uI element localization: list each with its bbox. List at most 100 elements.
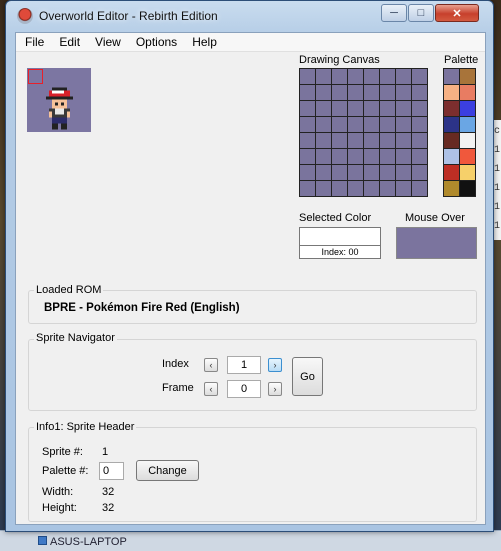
title-bar[interactable]: Overworld Editor - Rebirth Edition ─ □ ✕ xyxy=(6,1,493,29)
canvas-pixel[interactable] xyxy=(316,69,331,84)
canvas-pixel[interactable] xyxy=(332,69,347,84)
palette-swatch[interactable] xyxy=(444,149,459,164)
canvas-pixel[interactable] xyxy=(316,85,331,100)
canvas-pixel[interactable] xyxy=(364,149,379,164)
canvas-pixel[interactable] xyxy=(348,117,363,132)
palette-grid[interactable] xyxy=(443,68,476,197)
canvas-pixel[interactable] xyxy=(300,133,315,148)
menu-file[interactable]: File xyxy=(16,33,52,52)
frame-prev-button[interactable]: ‹ xyxy=(204,382,218,396)
canvas-pixel[interactable] xyxy=(380,101,395,116)
canvas-pixel[interactable] xyxy=(412,181,427,196)
minimize-button[interactable]: ─ xyxy=(381,4,407,22)
canvas-pixel[interactable] xyxy=(396,133,411,148)
canvas-pixel[interactable] xyxy=(412,133,427,148)
change-button[interactable]: Change xyxy=(136,460,199,481)
canvas-pixel[interactable] xyxy=(396,101,411,116)
canvas-pixel[interactable] xyxy=(412,85,427,100)
canvas-pixel[interactable] xyxy=(364,101,379,116)
canvas-pixel[interactable] xyxy=(380,165,395,180)
canvas-pixel[interactable] xyxy=(380,181,395,196)
canvas-pixel[interactable] xyxy=(332,85,347,100)
palette-swatch[interactable] xyxy=(444,101,459,116)
canvas-pixel[interactable] xyxy=(300,85,315,100)
go-button[interactable]: Go xyxy=(292,357,323,396)
palette-swatch[interactable] xyxy=(460,101,475,116)
canvas-pixel[interactable] xyxy=(300,181,315,196)
palette-swatch[interactable] xyxy=(460,181,475,196)
palette-swatch[interactable] xyxy=(460,133,475,148)
canvas-pixel[interactable] xyxy=(300,69,315,84)
palette-swatch[interactable] xyxy=(444,69,459,84)
palette-swatch[interactable] xyxy=(444,85,459,100)
palette-number-field[interactable]: 0 xyxy=(99,462,124,480)
drawing-canvas[interactable] xyxy=(299,68,428,197)
index-next-button[interactable]: › xyxy=(268,358,282,372)
canvas-pixel[interactable] xyxy=(332,117,347,132)
canvas-pixel[interactable] xyxy=(348,149,363,164)
canvas-pixel[interactable] xyxy=(348,181,363,196)
canvas-pixel[interactable] xyxy=(348,69,363,84)
canvas-pixel[interactable] xyxy=(380,69,395,84)
menu-view[interactable]: View xyxy=(88,33,129,52)
menu-edit[interactable]: Edit xyxy=(52,33,88,52)
index-prev-button[interactable]: ‹ xyxy=(204,358,218,372)
canvas-pixel[interactable] xyxy=(364,69,379,84)
palette-swatch[interactable] xyxy=(460,85,475,100)
canvas-pixel[interactable] xyxy=(364,181,379,196)
canvas-pixel[interactable] xyxy=(348,133,363,148)
canvas-pixel[interactable] xyxy=(316,149,331,164)
canvas-pixel[interactable] xyxy=(380,133,395,148)
canvas-pixel[interactable] xyxy=(300,101,315,116)
canvas-pixel[interactable] xyxy=(332,101,347,116)
maximize-button[interactable]: □ xyxy=(408,4,434,22)
taskbar-label[interactable]: ASUS-LAPTOP xyxy=(50,536,127,548)
canvas-pixel[interactable] xyxy=(396,165,411,180)
canvas-pixel[interactable] xyxy=(316,165,331,180)
canvas-pixel[interactable] xyxy=(348,165,363,180)
canvas-pixel[interactable] xyxy=(412,165,427,180)
canvas-pixel[interactable] xyxy=(364,133,379,148)
frame-field[interactable]: 0 xyxy=(227,380,261,398)
menu-options[interactable]: Options xyxy=(129,33,185,52)
index-field[interactable]: 1 xyxy=(227,356,261,374)
close-button[interactable]: ✕ xyxy=(435,4,479,22)
canvas-pixel[interactable] xyxy=(332,149,347,164)
frame-next-button[interactable]: › xyxy=(268,382,282,396)
palette-swatch[interactable] xyxy=(460,69,475,84)
canvas-pixel[interactable] xyxy=(412,149,427,164)
palette-swatch[interactable] xyxy=(444,117,459,132)
canvas-pixel[interactable] xyxy=(300,117,315,132)
palette-swatch[interactable] xyxy=(460,149,475,164)
canvas-pixel[interactable] xyxy=(348,85,363,100)
palette-swatch[interactable] xyxy=(460,165,475,180)
sprite-preview[interactable] xyxy=(27,68,91,132)
canvas-pixel[interactable] xyxy=(364,85,379,100)
canvas-pixel[interactable] xyxy=(380,149,395,164)
canvas-pixel[interactable] xyxy=(396,149,411,164)
canvas-pixel[interactable] xyxy=(396,69,411,84)
canvas-pixel[interactable] xyxy=(364,117,379,132)
canvas-pixel[interactable] xyxy=(396,85,411,100)
palette-swatch[interactable] xyxy=(444,133,459,148)
canvas-pixel[interactable] xyxy=(300,149,315,164)
canvas-pixel[interactable] xyxy=(412,117,427,132)
palette-swatch[interactable] xyxy=(460,117,475,132)
canvas-pixel[interactable] xyxy=(364,165,379,180)
canvas-pixel[interactable] xyxy=(396,117,411,132)
canvas-pixel[interactable] xyxy=(412,101,427,116)
canvas-pixel[interactable] xyxy=(396,181,411,196)
palette-swatch[interactable] xyxy=(444,165,459,180)
canvas-pixel[interactable] xyxy=(332,133,347,148)
menu-help[interactable]: Help xyxy=(185,33,225,52)
canvas-pixel[interactable] xyxy=(316,133,331,148)
canvas-pixel[interactable] xyxy=(316,117,331,132)
canvas-pixel[interactable] xyxy=(412,69,427,84)
canvas-pixel[interactable] xyxy=(316,181,331,196)
canvas-pixel[interactable] xyxy=(380,85,395,100)
canvas-pixel[interactable] xyxy=(316,101,331,116)
canvas-pixel[interactable] xyxy=(348,101,363,116)
canvas-pixel[interactable] xyxy=(332,181,347,196)
palette-swatch[interactable] xyxy=(444,181,459,196)
canvas-pixel[interactable] xyxy=(332,165,347,180)
